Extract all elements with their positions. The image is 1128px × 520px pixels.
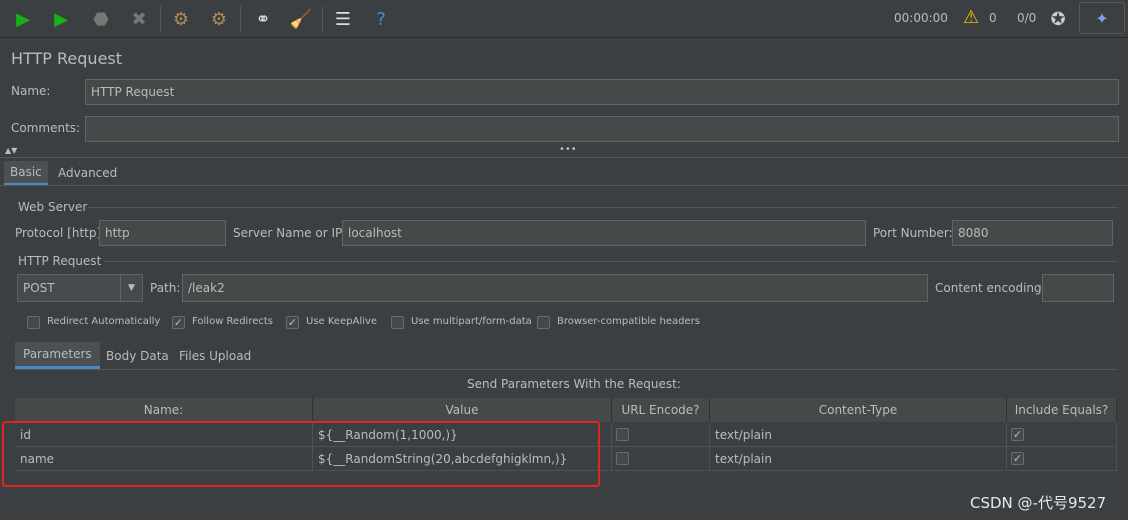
encoding-label: Content encoding:	[935, 281, 1046, 295]
method-value: POST	[23, 281, 55, 295]
watermark: CSDN @-代号9527	[970, 494, 1107, 512]
comments-label: Comments:	[11, 121, 81, 135]
port-label: Port Number:	[873, 226, 953, 240]
col-include-equals[interactable]: Include Equals?	[1007, 398, 1117, 422]
comments-input[interactable]	[85, 116, 1119, 142]
splitter[interactable]: ▲▼ •••	[0, 144, 1128, 158]
port-input[interactable]: 8080	[952, 220, 1113, 246]
col-value[interactable]: Value	[313, 398, 612, 422]
url-encode-checkbox[interactable]	[616, 452, 629, 465]
web-server-legend: Web Server	[18, 200, 88, 214]
tab-parameters[interactable]: Parameters	[15, 342, 100, 369]
checkbox-2[interactable]: ✓	[286, 316, 299, 329]
start-no-pause-icon[interactable]: ▶	[48, 6, 74, 32]
send-params-label: Send Parameters With the Request:	[467, 377, 681, 391]
checkbox-label: Use multipart/form-data	[411, 316, 532, 327]
clear-icon[interactable]: ⚙	[168, 6, 194, 32]
path-input[interactable]: /leak2	[182, 274, 928, 302]
checkbox-1[interactable]: ✓	[172, 316, 185, 329]
reset-search-icon[interactable]: 🧹	[288, 6, 314, 32]
protocol-input[interactable]: http	[99, 220, 226, 246]
server-input[interactable]: localhost	[342, 220, 866, 246]
timer: 00:00:00	[894, 11, 948, 25]
tab-body-data[interactable]: Body Data	[100, 342, 175, 369]
remote-icon[interactable]: ✪	[1045, 6, 1071, 32]
clear-all-icon[interactable]: ⚙	[206, 6, 232, 32]
checkbox-label: Redirect Automatically	[47, 316, 161, 327]
http-request-legend: HTTP Request	[18, 254, 102, 268]
checkbox-label: Browser-compatible headers	[557, 316, 700, 327]
highlight-box	[2, 421, 600, 487]
url-encode-checkbox[interactable]	[616, 428, 629, 441]
checkbox-label: Follow Redirects	[192, 316, 273, 327]
name-input[interactable]: HTTP Request	[85, 79, 1119, 105]
name-label: Name:	[11, 84, 51, 98]
content-type-cell[interactable]: text/plain	[710, 423, 1007, 447]
warning-icon: ⚠	[963, 7, 980, 28]
tab-files-upload[interactable]: Files Upload	[173, 342, 257, 369]
include-equals-cell[interactable]: ✓	[1007, 447, 1117, 471]
start-icon[interactable]: ▶	[10, 6, 36, 32]
content-type-cell[interactable]: text/plain	[710, 447, 1007, 471]
url-encode-cell[interactable]	[612, 447, 710, 471]
toolbar: ▶ ▶ ⬣ ✖ ⚙ ⚙ ⚭ 🧹 ☰ ? 00:00:00 ⚠ 0 0/0 ✪ ✦	[0, 0, 1128, 38]
page-title: HTTP Request	[11, 49, 123, 68]
chevron-down-icon[interactable]: ▼	[120, 275, 142, 301]
checkbox-4[interactable]	[537, 316, 550, 329]
tab-basic[interactable]: Basic	[4, 161, 48, 185]
log-viewer-button[interactable]: ✦	[1079, 2, 1125, 34]
checkbox-3[interactable]	[391, 316, 404, 329]
checkbox-0[interactable]	[27, 316, 40, 329]
protocol-label: Protocol [http]:	[15, 226, 106, 240]
stop-icon[interactable]: ⬣	[88, 6, 114, 32]
server-label: Server Name or IP:	[233, 226, 347, 240]
shutdown-icon[interactable]: ✖	[126, 6, 152, 32]
col-url-encode[interactable]: URL Encode?	[612, 398, 710, 422]
search-icon[interactable]: ⚭	[250, 6, 276, 32]
method-select[interactable]: POST ▼	[17, 274, 143, 302]
include-equals-checkbox[interactable]: ✓	[1011, 452, 1024, 465]
tab-advanced[interactable]: Advanced	[52, 161, 123, 185]
warning-count: 0	[989, 11, 997, 25]
thread-count: 0/0	[1017, 11, 1037, 25]
include-equals-checkbox[interactable]: ✓	[1011, 428, 1024, 441]
checkbox-label: Use KeepAlive	[306, 316, 378, 327]
include-equals-cell[interactable]: ✓	[1007, 423, 1117, 447]
function-helper-icon[interactable]: ☰	[330, 6, 356, 32]
col-content-type[interactable]: Content-Type	[710, 398, 1007, 422]
encoding-input[interactable]	[1042, 274, 1114, 302]
col-name[interactable]: Name:	[15, 398, 313, 422]
help-icon[interactable]: ?	[368, 6, 394, 32]
url-encode-cell[interactable]	[612, 423, 710, 447]
path-label: Path:	[150, 281, 181, 295]
